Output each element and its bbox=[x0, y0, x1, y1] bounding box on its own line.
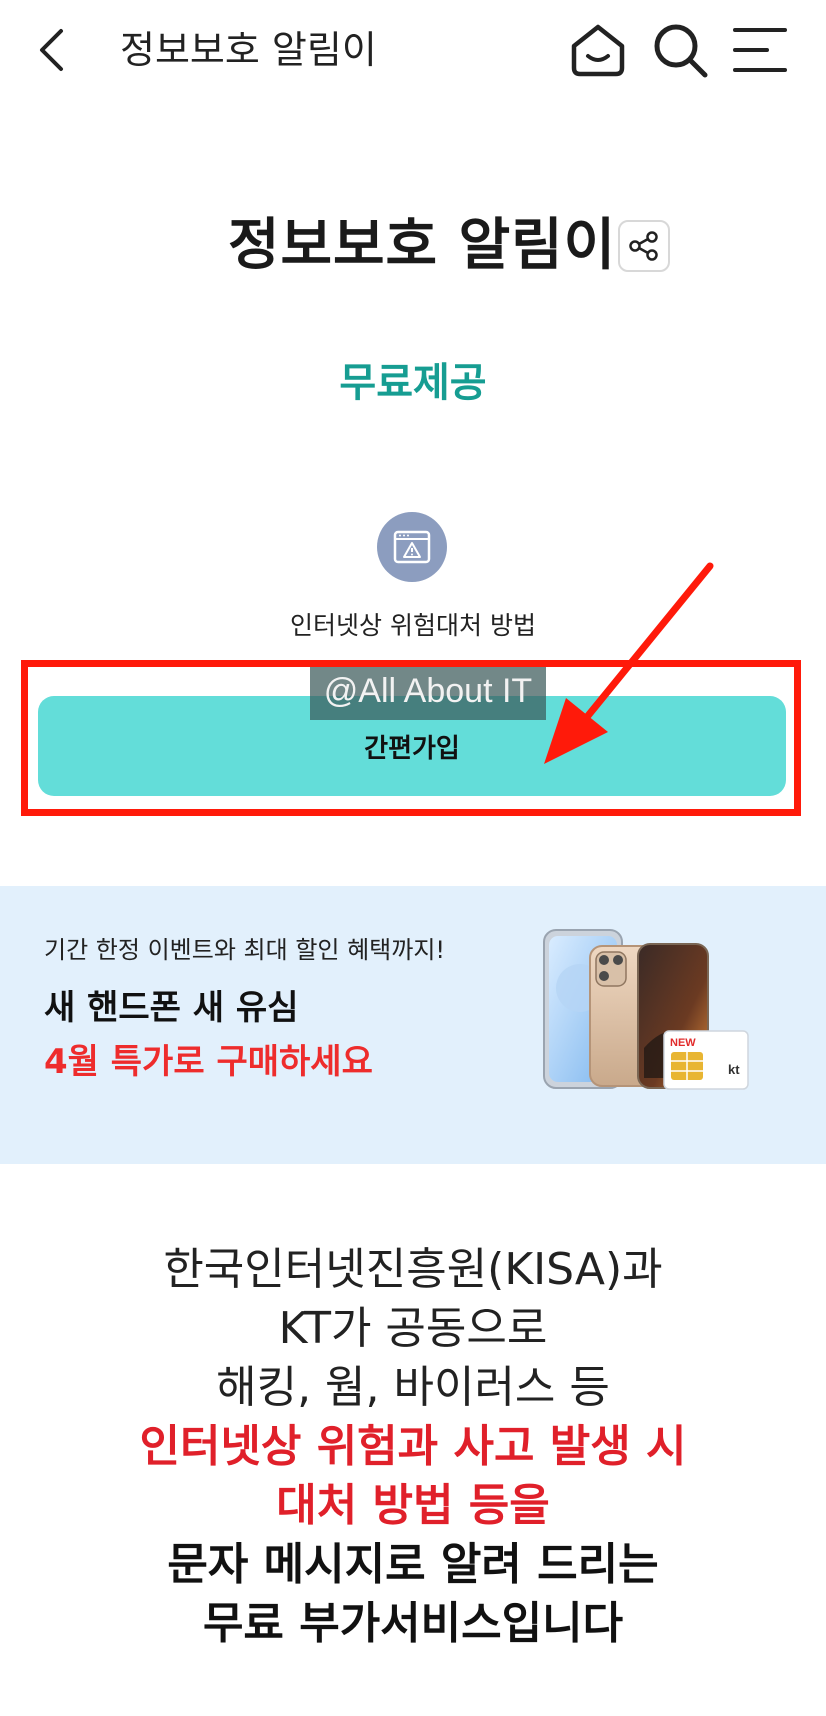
description-line: KT가 공동으로 bbox=[278, 1303, 548, 1354]
share-icon bbox=[629, 231, 658, 261]
description-line: 해킹, 웜, 바이러스 등 bbox=[216, 1362, 610, 1413]
banner-subtitle: 기간 한정 이벤트와 최대 할인 혜택까지! bbox=[44, 936, 446, 964]
back-button[interactable] bbox=[30, 22, 74, 78]
promo-banner[interactable]: 기간 한정 이벤트와 최대 할인 혜택까지! 새 핸드폰 새 유심 4월 특가로… bbox=[0, 886, 826, 1164]
feature-label: 인터넷상 위험대처 방법 bbox=[290, 611, 536, 640]
banner-highlight: 4월 특가로 구매하세요 bbox=[44, 1042, 373, 1082]
share-button[interactable] bbox=[618, 220, 670, 272]
search-button[interactable] bbox=[648, 18, 712, 82]
top-app-bar: 정보보호 알림이 bbox=[0, 0, 826, 100]
sim-brand-label: kt bbox=[728, 1062, 740, 1077]
menu-icon bbox=[733, 28, 787, 72]
service-description: 한국인터넷진흥원(KISA)과 KT가 공동으로 해킹, 웜, 바이러스 등 인… bbox=[0, 1240, 826, 1653]
browser-warning-icon bbox=[377, 512, 447, 582]
description-highlight-line: 대처 방법 등을 bbox=[276, 1480, 550, 1531]
menu-button[interactable] bbox=[728, 18, 792, 82]
phones-and-sim-illustration: NEW kt bbox=[543, 929, 749, 1090]
home-icon bbox=[571, 24, 625, 77]
watermark: @All About IT bbox=[310, 662, 546, 720]
banner-headline: 새 핸드폰 새 유심 bbox=[44, 988, 299, 1028]
description-line: 무료 부가서비스입니다 bbox=[202, 1598, 624, 1649]
description-line: 문자 메시지로 알려 드리는 bbox=[167, 1539, 659, 1590]
page-title: 정보보호 알림이 bbox=[228, 213, 617, 278]
description-highlight-line: 인터넷상 위험과 사고 발생 시 bbox=[139, 1421, 687, 1472]
header-title: 정보보호 알림이 bbox=[120, 28, 377, 72]
search-icon bbox=[654, 24, 708, 78]
chevron-left-icon bbox=[40, 29, 63, 71]
description-line: 한국인터넷진흥원(KISA)과 bbox=[163, 1244, 663, 1295]
price-label: 무료제공 bbox=[339, 360, 487, 406]
home-button[interactable] bbox=[566, 18, 630, 82]
title-row: 정보보호 알림이 bbox=[0, 210, 826, 282]
sim-new-badge: NEW bbox=[670, 1037, 696, 1049]
